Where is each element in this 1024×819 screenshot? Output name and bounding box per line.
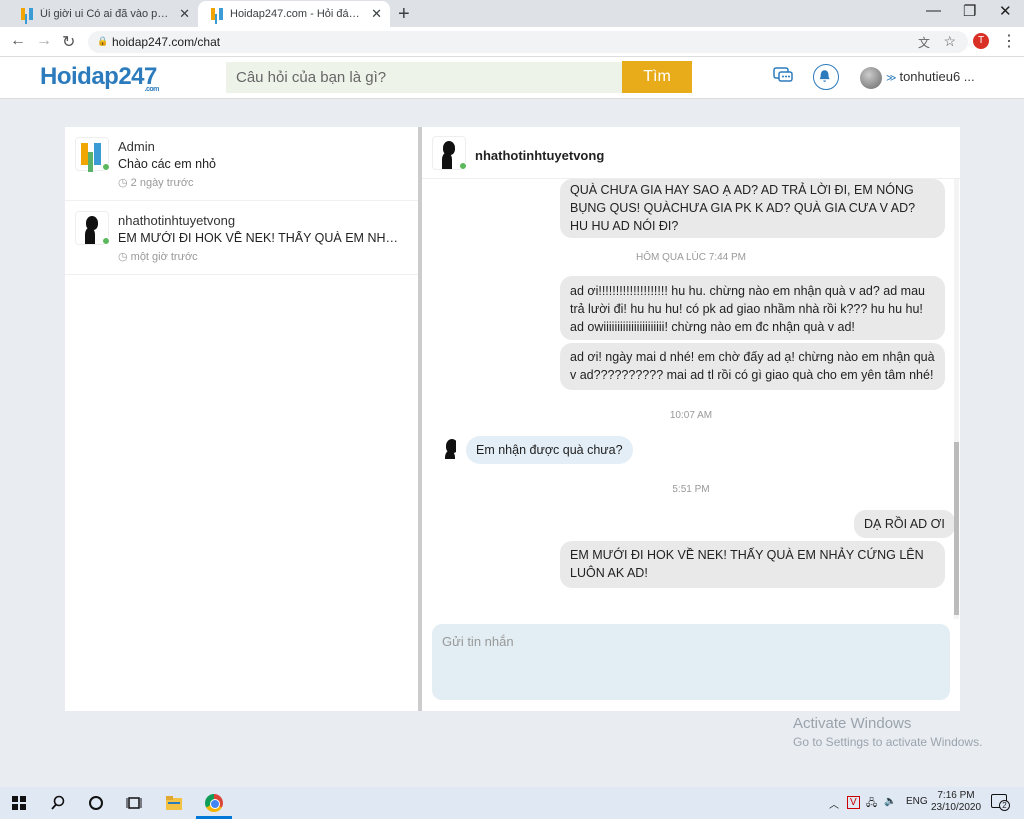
- message-input[interactable]: Gửi tin nhắn: [432, 624, 950, 700]
- outgoing-message: QUÀ CHƯA GIA HAY SAO Ạ AD? AD TRẢ LỜI ĐI…: [560, 179, 945, 238]
- chevron-up-icon[interactable]: ︿: [829, 796, 839, 811]
- outgoing-message: ad ơi! ngày mai d nhé! em chờ đấy ad ạ! …: [560, 343, 945, 390]
- profile-avatar[interactable]: T: [973, 33, 989, 49]
- conversation-name: nhathotinhtuyetvong: [118, 213, 236, 228]
- minimize-button[interactable]: —: [926, 2, 941, 19]
- antivirus-icon[interactable]: V: [847, 796, 860, 809]
- task-view-icon[interactable]: [126, 795, 142, 811]
- online-indicator: [459, 162, 467, 170]
- translate-icon[interactable]: 文: [918, 34, 930, 51]
- search-icon[interactable]: [50, 795, 66, 811]
- site-header: Hoidap247 .com Câu hỏi của bạn là gì? Tì…: [0, 57, 1024, 99]
- conversation-time: ◷ 2 ngày trước: [118, 176, 194, 189]
- url-field[interactable]: 🔒 hoidap247.com/chat 文 ☆: [88, 31, 968, 53]
- message-list: QUÀ CHƯA GIA HAY SAO Ạ AD? AD TRẢ LỜI ĐI…: [422, 179, 960, 619]
- lock-icon: 🔒: [97, 36, 109, 46]
- conversation-last-message: Chào các em nhỏ: [118, 157, 216, 171]
- notification-bell-icon[interactable]: [813, 64, 839, 90]
- close-tab-icon[interactable]: ✕: [179, 6, 190, 22]
- hoidap-favicon-icon: [210, 7, 224, 21]
- browser-tab-active[interactable]: Hoidap247.com - Hỏi đáp online ✕: [198, 1, 390, 27]
- scrollbar-thumb[interactable]: [954, 442, 959, 615]
- clock-icon: ◷: [118, 251, 131, 263]
- time-divider: 10:07 AM: [669, 410, 713, 421]
- taskbar: ︿ V 🖧 🔈 ENG 7:16 PM 23/10/2020 2: [0, 787, 1024, 819]
- tab-title: Úi giời ui Có ai đã vào phần tin n: [40, 8, 173, 20]
- conversation-list: Admin Chào các em nhỏ ◷ 2 ngày trước nha…: [65, 127, 418, 711]
- chat-header: nhathotinhtuyetvong: [422, 127, 960, 179]
- partner-name: nhathotinhtuyetvong: [475, 148, 605, 163]
- message-scrollbar[interactable]: [954, 179, 959, 619]
- activate-windows-watermark: Activate Windows Go to Settings to activ…: [793, 715, 982, 749]
- url-text: hoidap247.com/chat: [112, 35, 221, 49]
- site-logo[interactable]: Hoidap247 .com: [40, 63, 160, 93]
- online-indicator: [102, 237, 110, 245]
- chrome-taskbar-icon[interactable]: [205, 794, 223, 812]
- clock[interactable]: 7:16 PM 23/10/2020: [928, 790, 984, 814]
- username-label: tonhutieu6 ...: [899, 69, 975, 84]
- cortana-icon[interactable]: [88, 795, 104, 811]
- logo-text: Hoidap247: [40, 63, 157, 90]
- incoming-message: Em nhận được quà chưa?: [466, 436, 633, 464]
- windows-start-icon[interactable]: [12, 796, 26, 810]
- online-indicator: [102, 163, 110, 171]
- conversation-last-message: EM MƯỚI ĐI HOK VỀ NEK! THẤY QUÀ EM NHẢY …: [118, 231, 403, 245]
- back-icon[interactable]: ←: [10, 32, 26, 50]
- time-divider: HÔM QUA LÚC 7:44 PM: [635, 252, 747, 263]
- chevron-down-icon: ≫: [886, 73, 897, 84]
- chat-panel: nhathotinhtuyetvong QUÀ CHƯA GIA HAY SAO…: [422, 127, 960, 711]
- time-divider: 5:51 PM: [672, 484, 710, 495]
- clock-date: 23/10/2020: [930, 802, 982, 813]
- hoidap-favicon-icon: [20, 7, 34, 21]
- tab-title: Hoidap247.com - Hỏi đáp online: [230, 8, 365, 20]
- browser-menu-icon[interactable]: ⋮: [1001, 31, 1017, 51]
- outgoing-message: EM MƯỚI ĐI HOK VỀ NEK! THẤY QUÀ EM NHẢY …: [560, 541, 945, 588]
- conversation-time-text: 2 ngày trước: [130, 177, 194, 189]
- watermark-title: Activate Windows: [793, 715, 912, 732]
- user-avatar[interactable]: [860, 67, 882, 89]
- conversation-time: ◷ một giờ trước: [118, 250, 198, 263]
- file-explorer-icon[interactable]: [165, 795, 183, 811]
- network-icon[interactable]: 🖧: [866, 796, 877, 813]
- notification-count: 2: [999, 800, 1010, 811]
- user-menu[interactable]: ≫ tonhutieu6 ...: [886, 69, 975, 84]
- chat-icon[interactable]: [772, 64, 794, 86]
- browser-tab-strip: Úi giời ui Có ai đã vào phần tin n ✕ Hoi…: [0, 0, 1024, 27]
- conversation-item[interactable]: Admin Chào các em nhỏ ◷ 2 ngày trước: [65, 127, 418, 201]
- conversation-name: Admin: [118, 139, 155, 154]
- close-window-button[interactable]: ✕: [999, 2, 1012, 20]
- outgoing-message: DẠ RỒI AD ƠI: [854, 510, 955, 538]
- partner-avatar: [436, 435, 456, 459]
- search-button[interactable]: Tìm: [622, 61, 692, 93]
- maximize-button[interactable]: ❐: [963, 2, 976, 20]
- volume-icon[interactable]: 🔈: [884, 796, 896, 807]
- new-tab-button[interactable]: +: [398, 3, 410, 26]
- close-tab-icon[interactable]: ✕: [371, 6, 382, 22]
- clock-time: 7:16 PM: [937, 790, 975, 801]
- watermark-subtitle: Go to Settings to activate Windows.: [793, 735, 983, 749]
- reload-icon[interactable]: ↻: [62, 32, 75, 52]
- browser-tab[interactable]: Úi giời ui Có ai đã vào phần tin n ✕: [8, 1, 198, 27]
- forward-icon[interactable]: →: [36, 32, 52, 50]
- clock-icon: ◷: [118, 177, 131, 189]
- logo-suffix: .com: [144, 86, 160, 93]
- address-bar: ← → ↻ 🔒 hoidap247.com/chat 文 ☆: [0, 27, 1024, 57]
- action-center-icon[interactable]: 2: [991, 794, 1010, 811]
- search-input[interactable]: Câu hỏi của bạn là gì?: [226, 62, 622, 93]
- language-indicator[interactable]: ENG: [906, 796, 928, 807]
- bookmark-star-icon[interactable]: ☆: [943, 33, 956, 50]
- outgoing-message: ad ơi!!!!!!!!!!!!!!!!!!!! hu hu. chừng n…: [560, 276, 945, 340]
- conversation-item[interactable]: nhathotinhtuyetvong EM MƯỚI ĐI HOK VỀ NE…: [65, 201, 418, 275]
- conversation-time-text: một giờ trước: [130, 251, 198, 263]
